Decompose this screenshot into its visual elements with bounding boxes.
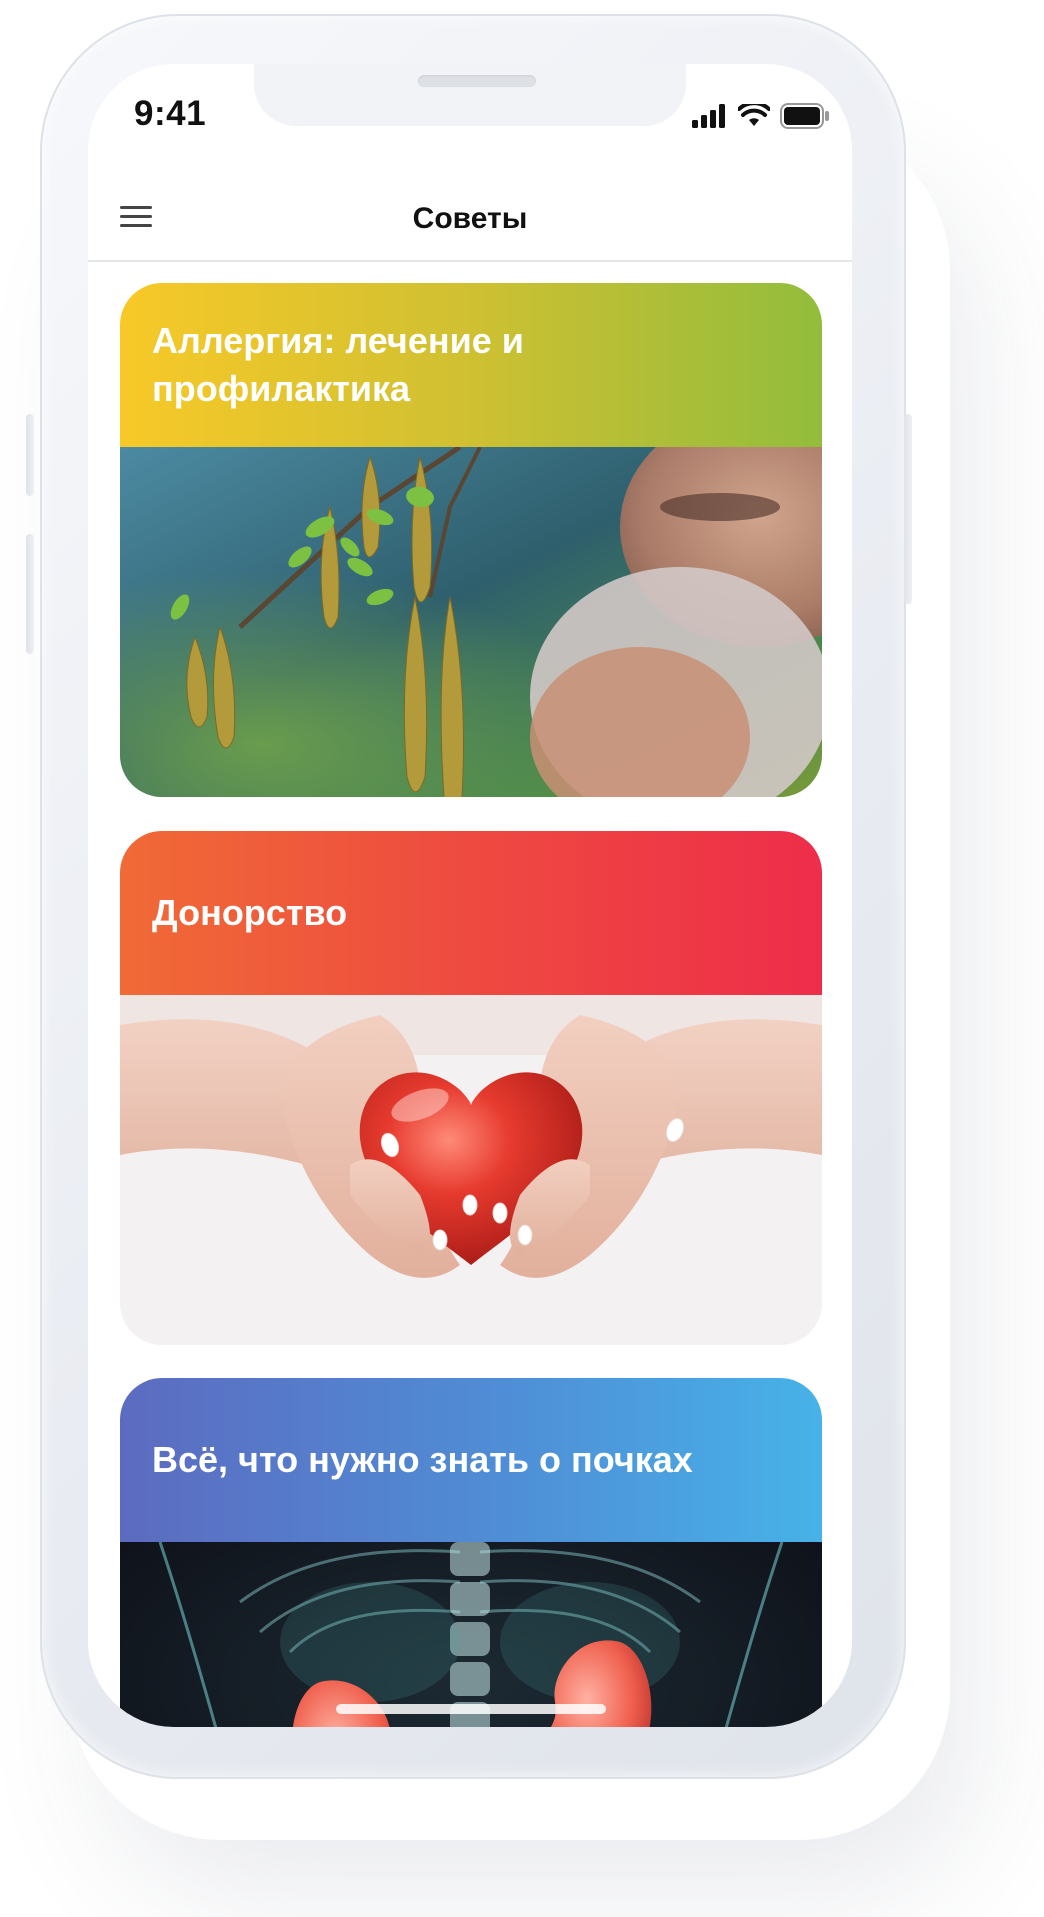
home-indicator	[336, 1704, 606, 1714]
card-title: Аллергия: лечение и профилактика	[152, 320, 524, 409]
card-header: Донорство	[120, 831, 822, 995]
status-time: 9:41	[134, 94, 207, 133]
card-donation[interactable]: Донорство	[120, 831, 822, 1345]
screen: 9:41 Советы Аллергия: лечение и профилак…	[88, 64, 852, 1727]
notch	[254, 64, 686, 126]
stage: 9:41 Советы Аллергия: лечение и профилак…	[0, 0, 1044, 1917]
navigation-bar: Советы	[88, 182, 852, 262]
card-header: Аллергия: лечение и профилактика	[120, 283, 822, 447]
card-title: Донорство	[152, 892, 348, 933]
card-title: Всё, что нужно знать о почках	[152, 1439, 693, 1480]
battery-icon	[780, 103, 829, 129]
volume-up-button	[26, 534, 34, 654]
speaker-grille	[418, 75, 536, 87]
card-allergy[interactable]: Аллергия: лечение и профилактика	[120, 283, 822, 797]
wifi-icon	[738, 104, 770, 126]
status-icons	[692, 102, 830, 130]
donation-image	[120, 995, 822, 1345]
card-header: Всё, что нужно знать о почках	[120, 1378, 822, 1542]
kidneys-image	[120, 1542, 822, 1727]
allergy-image	[120, 447, 822, 797]
page-title: Советы	[412, 202, 528, 235]
signal-icon	[692, 104, 725, 128]
silent-switch	[26, 414, 34, 496]
card-kidneys[interactable]: Всё, что нужно знать о почках	[120, 1378, 822, 1727]
power-button	[904, 414, 912, 604]
